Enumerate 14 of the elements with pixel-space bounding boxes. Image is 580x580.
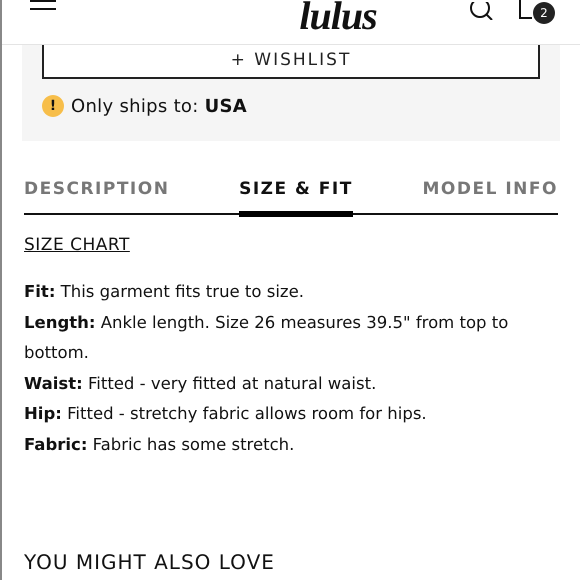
search-icon[interactable] [470,2,494,20]
section-heading: YOU MIGHT ALSO LOVE [24,550,276,574]
tab[interactable]: SIZE & FIT [239,179,353,217]
tab[interactable]: MODEL INFO [422,179,558,217]
warning-icon: ! [42,95,64,117]
fit-detail: Fit: This garment fits true to size. [24,281,305,303]
tab[interactable]: DESCRIPTION [24,179,170,217]
fit-detail: Waist: Fitted - very fitted at natural waist. [24,372,378,394]
size-chart-link[interactable]: SIZE CHART [24,235,130,255]
fit-detail: Hip: Fitted - stretchy fabric allows room for hips. [24,403,428,425]
cart-count-badge: 2 [532,2,555,24]
fit-detail: Length: Ankle length. Size 26 measures 39.5" from top to bottom. [24,312,510,364]
fit-detail: Fabric: Fabric has some stretch. [24,434,296,456]
shipping-notice: Only ships to: USA [71,96,248,116]
